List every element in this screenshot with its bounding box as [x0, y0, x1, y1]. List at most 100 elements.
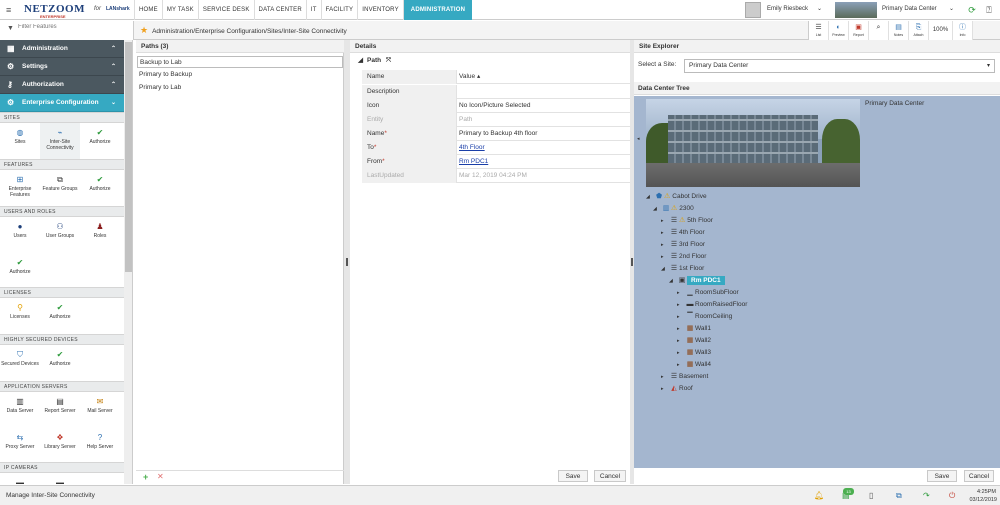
preview-button[interactable]: ◐ Preview	[829, 21, 849, 40]
sidebar-item-sites[interactable]: ◍ Sites	[0, 123, 40, 159]
tree-node-wall2[interactable]: ▸ ▦ Wall2	[677, 335, 711, 347]
search-button[interactable]: ⌕	[869, 21, 889, 40]
tree-node-2300[interactable]: ◢ ▥ ⚠ 2300	[653, 203, 694, 215]
star-icon[interactable]: ★	[140, 25, 148, 35]
roles-icon: ♟	[96, 222, 104, 231]
sidebar-item-authorize-sites[interactable]: ✔ Authorize	[80, 123, 120, 159]
section-sites: SITES	[0, 112, 124, 123]
tree-node-wall4[interactable]: ▸ ▦ Wall4	[677, 359, 711, 371]
tree-node-cabot-drive[interactable]: ◢ ⬟ ⚠ Cabot Drive	[646, 191, 707, 203]
filter-input[interactable]	[18, 24, 128, 30]
sidebar-item-authorize-secured[interactable]: ✔ Authorize	[40, 345, 80, 381]
tab-inventory[interactable]: INVENTORY	[357, 0, 403, 20]
tab-home[interactable]: HOME	[134, 0, 162, 20]
tree-node-basement[interactable]: ▸ ☰ Basement	[661, 371, 708, 383]
tree-node-4th-floor[interactable]: ▸ ☰ 4th Floor	[661, 227, 705, 239]
tree-node-wall1[interactable]: ▸ ▦ Wall1	[677, 323, 711, 335]
sidebar-item-enterprise-features[interactable]: ⊞ Enterprise Features	[0, 170, 40, 206]
grid-row-name[interactable]: Name* Primary to Backup 4th floor	[362, 127, 630, 141]
zoom-level[interactable]: 100%	[929, 21, 953, 40]
tree-node-rm-pdc1[interactable]: ◢ ▣ Rm PDC1	[669, 275, 725, 287]
document-icon[interactable]: ▯	[869, 490, 873, 502]
attach-button[interactable]: ⎘ Attach	[909, 21, 929, 40]
add-icon[interactable]: +	[143, 472, 148, 482]
report-server-icon: ▤	[56, 397, 64, 406]
tree-node-2nd-floor[interactable]: ▸ ☰ 2nd Floor	[661, 251, 706, 263]
filter-icon: ▼	[7, 25, 14, 32]
tree-node-room-raised-floor[interactable]: ▸ ▬ RoomRaisedFloor	[677, 299, 747, 311]
delete-icon[interactable]: ✕	[157, 472, 164, 481]
save-button[interactable]: Save	[558, 470, 588, 482]
to-link[interactable]: 4th Floor	[459, 141, 485, 154]
collapse-arrow-icon[interactable]: ◂	[637, 136, 640, 142]
path-section-header[interactable]: ◢ Path ⤧	[350, 54, 630, 67]
collapse-icon[interactable]: ⤧	[386, 57, 391, 64]
tree-node-3rd-floor[interactable]: ▸ ☰ 3rd Floor	[661, 239, 705, 251]
sidebar-accordion-authorization[interactable]: ⚷ Authorization ⌃	[0, 76, 124, 94]
grid-row-description[interactable]: Description	[362, 85, 630, 99]
sidebar-accordion-enterprise-configuration[interactable]: ⚙ Enterprise Configuration ⌄	[0, 94, 124, 112]
sidebar-item-licenses[interactable]: ⚲ Licenses	[0, 298, 40, 334]
sidebar-item-users[interactable]: ● Users	[0, 217, 40, 253]
sidebar-item-camera-2[interactable]: ▬	[40, 473, 80, 484]
tab-data-center[interactable]: DATA CENTER	[253, 0, 306, 20]
sidebar-item-inter-site-connectivity[interactable]: ⌁ Inter-Site Connectivity	[40, 123, 80, 159]
path-row[interactable]: Backup to Lab	[137, 56, 343, 68]
tab-facility[interactable]: FACILITY	[320, 0, 358, 20]
tree-node-1st-floor[interactable]: ◢ ☰ 1st Floor	[661, 263, 704, 275]
sidebar-item-authorize-users[interactable]: ✔ Authorize	[0, 253, 40, 289]
from-link[interactable]: Rm PDC1	[459, 155, 488, 168]
grid-row-to[interactable]: To* 4th Floor	[362, 141, 630, 155]
sidebar-item-camera[interactable]: ▬	[0, 473, 40, 484]
explorer-save-button[interactable]: Save	[927, 470, 957, 482]
check-circle-icon: ✔	[96, 175, 104, 184]
help-icon[interactable]: ⍰	[983, 4, 995, 16]
tree-node-room-sub-floor[interactable]: ▸ ▁ RoomSubFloor	[677, 287, 739, 299]
sidebar-item-secured-devices[interactable]: ⛉ Secured Devices	[0, 345, 40, 381]
site-select[interactable]: Primary Data Center ▾	[684, 59, 995, 73]
tab-it[interactable]: IT	[305, 0, 321, 20]
grid-row-from[interactable]: From* Rm PDC1	[362, 155, 630, 169]
sidebar-item-authorize-licenses[interactable]: ✔ Authorize	[40, 298, 80, 334]
grid-header: Name Value ▴	[362, 70, 630, 84]
sidebar-item-library-server[interactable]: ❖ Library Server	[40, 428, 80, 464]
sidebar-item-feature-groups[interactable]: ⧉ Feature Groups	[40, 170, 80, 206]
sidebar-accordion-settings[interactable]: ⚙ Settings ⌃	[0, 58, 124, 76]
list-button[interactable]: ☰ List	[809, 21, 829, 40]
explorer-cancel-button[interactable]: Cancel	[964, 470, 994, 482]
sidebar-item-help-server[interactable]: ? Help Server	[80, 428, 120, 464]
sidebar-item-proxy-server[interactable]: ⇆ Proxy Server	[0, 428, 40, 464]
tree-node-wall3[interactable]: ▸ ▦ Wall3	[677, 347, 711, 359]
sidebar-item-roles[interactable]: ♟ Roles	[80, 217, 120, 253]
cancel-button[interactable]: Cancel	[594, 470, 626, 482]
user-menu[interactable]: Emily Riesbeck ⌄	[745, 2, 830, 18]
tab-administration[interactable]: ADMINISTRATION	[402, 0, 473, 20]
windows-icon[interactable]: ⧉	[896, 490, 902, 502]
report-button[interactable]: ▣ Report	[849, 21, 869, 40]
app-logo[interactable]: ≡ NETZOOM ENTERPRISE for LANshark	[6, 3, 134, 19]
info-button[interactable]: ⓘ Info	[953, 21, 973, 40]
bell-icon[interactable]: 🔔︎	[814, 490, 824, 502]
sidebar-accordion-administration[interactable]: ▦ Administration ⌃	[0, 40, 124, 58]
menu-icon[interactable]: ≡	[6, 5, 11, 15]
sidebar-scrollbar[interactable]	[124, 40, 133, 484]
paths-title: Paths (3)	[136, 40, 344, 53]
grid-row-icon[interactable]: Icon No Icon/Picture Selected	[362, 99, 630, 113]
sidebar-item-authorize-features[interactable]: ✔ Authorize	[80, 170, 120, 206]
path-row[interactable]: Primary to Backup	[137, 69, 343, 81]
sidebar-item-user-groups[interactable]: ⚇ User Groups	[40, 217, 80, 253]
sidebar-item-mail-server[interactable]: ✉ Mail Server	[80, 392, 120, 428]
scrollbar-thumb[interactable]	[125, 42, 132, 272]
sidebar-item-data-server[interactable]: ▥ Data Server	[0, 392, 40, 428]
sidebar-item-report-server[interactable]: ▤ Report Server	[40, 392, 80, 428]
tree-node-roof[interactable]: ▸ ◭ Roof	[661, 383, 693, 395]
tab-service-desk[interactable]: SERVICE DESK	[197, 0, 254, 20]
site-switcher[interactable]: Primary Data Center ⌄	[835, 2, 965, 18]
refresh-icon[interactable]: ⟳	[966, 4, 978, 16]
notes-button[interactable]: ▤ Notes	[889, 21, 909, 40]
connect-icon[interactable]: ↷	[923, 490, 930, 502]
path-row[interactable]: Primary to Lab	[137, 82, 343, 94]
tab-my-task[interactable]: MY TASK	[161, 0, 198, 20]
tree-node-5th-floor[interactable]: ▸ ☰ ⚠ 5th Floor	[661, 215, 713, 227]
tree-node-room-ceiling[interactable]: ▸ ▔ RoomCeiling	[677, 311, 732, 323]
